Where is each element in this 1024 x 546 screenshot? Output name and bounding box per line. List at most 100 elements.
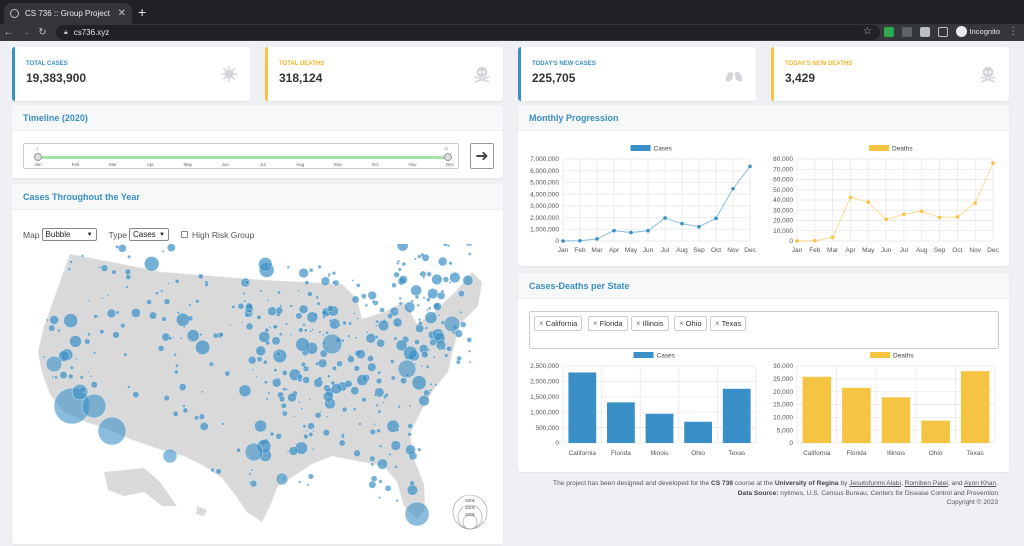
timeline-end-handle[interactable]	[444, 153, 452, 161]
timeline-slider[interactable]: 1 12 Jan Feb Mar Apr May Jun Jul Aug Sep Oct Nov De…	[23, 143, 459, 169]
county-bubble	[429, 388, 433, 392]
county-bubble	[306, 311, 318, 323]
county-bubble	[163, 298, 171, 305]
county-bubble	[459, 310, 463, 314]
legend-swatch	[869, 145, 889, 151]
y-tick-label: 30,000	[773, 207, 793, 214]
county-bubble	[51, 375, 55, 379]
large-county-bubble	[45, 355, 63, 373]
county-bubble	[314, 412, 322, 419]
incognito-badge[interactable]: Incognito	[955, 26, 1000, 37]
map-type-select[interactable]: Bubble ▼	[41, 228, 97, 241]
county-bubble	[342, 320, 347, 326]
back-icon[interactable]: ←	[0, 27, 17, 38]
county-bubble	[167, 244, 176, 252]
x-tick-label: May	[862, 247, 875, 254]
x-tick-label: Ohio	[929, 450, 943, 457]
us-bubble-map[interactable]: 600k 400k 200k	[12, 244, 503, 544]
remove-tag-icon[interactable]: ×	[636, 319, 641, 328]
county-bubble	[407, 432, 412, 437]
extension-shield-icon[interactable]	[883, 26, 894, 37]
county-bubble	[361, 397, 367, 403]
county-bubble	[322, 333, 325, 337]
remove-tag-icon[interactable]: ×	[679, 319, 684, 328]
remove-tag-icon[interactable]: ×	[715, 319, 720, 328]
timeline-month-label: May	[183, 162, 193, 167]
county-bubble	[178, 383, 187, 391]
chart-legend: Deaths	[869, 145, 913, 153]
x-tick-label: Jul	[661, 247, 670, 254]
menu-kebab-icon[interactable]: ⋮	[1008, 26, 1018, 37]
reload-icon[interactable]: ↻	[34, 27, 51, 38]
x-tick-label: Mar	[591, 247, 603, 254]
county-bubble	[317, 376, 322, 381]
author-link-1[interactable]: Jesutofunmi Alabi	[849, 480, 901, 487]
county-bubble	[311, 328, 315, 331]
county-bubble	[176, 312, 190, 327]
puzzle-icon[interactable]	[919, 26, 930, 37]
new-tab-button[interactable]: +	[138, 5, 146, 19]
county-bubble	[367, 290, 377, 300]
county-bubble	[189, 339, 192, 342]
y-tick-label: 4,000,000	[530, 191, 559, 198]
county-bubble	[397, 267, 402, 272]
hawaii-land	[196, 506, 207, 516]
tab-close-icon[interactable]: ✕	[118, 8, 126, 19]
stat-new-deaths: TODAY'S NEW DEATHS 3,429	[771, 47, 1009, 101]
county-bubble	[146, 299, 152, 305]
county-bubble	[199, 422, 209, 431]
state-tag-california[interactable]: × California	[534, 316, 583, 331]
sidepanel-icon[interactable]	[937, 26, 948, 37]
state-tag-illinois[interactable]: × Illinois	[631, 316, 669, 331]
state-tag-label: Ohio	[685, 319, 702, 328]
state-tag-florida[interactable]: × Florida	[588, 316, 628, 331]
county-bubble	[171, 336, 175, 339]
x-tick-label: Florida	[846, 450, 866, 457]
county-bubble	[308, 398, 312, 401]
county-bubble	[200, 390, 204, 394]
county-bubble	[224, 370, 231, 377]
county-bubble	[237, 302, 245, 310]
author-link-3[interactable]: Ayon Khan	[964, 480, 996, 487]
county-bubble	[125, 274, 132, 280]
county-bubble	[298, 327, 304, 333]
remove-tag-icon[interactable]: ×	[593, 319, 598, 328]
timeline-start-label: 1	[36, 146, 39, 151]
state-tag-ohio[interactable]: × Ohio	[674, 316, 707, 331]
county-bubble	[307, 291, 313, 297]
county-bubble	[405, 444, 416, 456]
bookmark-star-icon[interactable]: ☆	[863, 26, 872, 37]
remove-tag-icon[interactable]: ×	[539, 319, 544, 328]
county-bubble	[309, 268, 314, 273]
stat-label: TODAY'S NEW DEATHS	[785, 61, 853, 67]
state-selector[interactable]: × California × Florida × Illinois × Ohio × Te…	[529, 311, 999, 349]
state-tag-texas[interactable]: × Texas	[710, 316, 747, 331]
data-point	[578, 238, 582, 243]
data-type-select[interactable]: Cases ▼	[128, 228, 169, 241]
county-bubble	[172, 410, 179, 417]
timeline-start-handle[interactable]	[34, 153, 42, 161]
county-bubble	[248, 472, 252, 476]
county-bubble	[404, 301, 416, 313]
county-bubble	[282, 387, 287, 392]
county-bubble	[75, 358, 78, 361]
county-bubble	[250, 480, 258, 488]
high-risk-checkbox[interactable]	[180, 231, 188, 238]
author-link-2[interactable]: Romiben Patel	[905, 480, 948, 487]
county-bubble	[275, 351, 281, 357]
chart-legend: Deaths	[870, 352, 914, 360]
county-bubble	[46, 318, 49, 322]
extension-icon[interactable]	[901, 26, 912, 37]
address-bar[interactable]: 🔒︎ cs736.xyz ☆	[56, 25, 880, 40]
county-bubble	[297, 374, 303, 380]
data-point	[902, 212, 906, 217]
county-bubble	[347, 355, 355, 363]
county-bubble	[367, 355, 374, 362]
county-bubble	[466, 337, 472, 343]
arrow-right-icon: ➜	[475, 148, 489, 165]
timeline-month-label: Aug	[296, 162, 305, 167]
timeline-next-button[interactable]: ➜	[470, 143, 494, 169]
county-bubble	[298, 480, 302, 484]
browser-tab[interactable]: CS 736 :: Group Project ✕	[4, 3, 132, 24]
forward-icon[interactable]: →	[17, 27, 34, 38]
